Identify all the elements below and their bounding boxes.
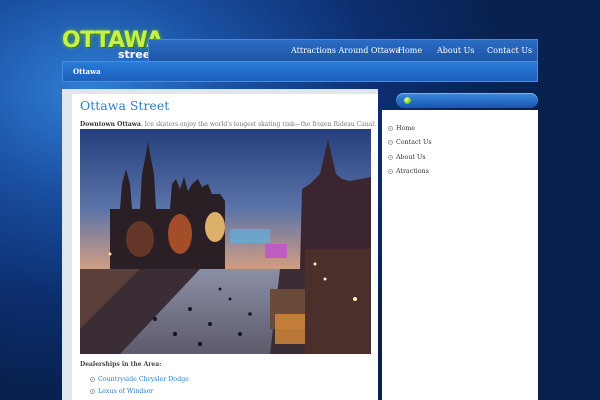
sidebar-item-label: Atractions — [396, 168, 429, 175]
sidebar-item-contact-us[interactable]: Contact Us — [388, 138, 432, 147]
intro-bold: Downtown Ottawa — [80, 121, 141, 128]
bullet-circle-icon — [388, 169, 393, 174]
intro-text: . Ice skaters enjoy the world's longest … — [140, 121, 377, 128]
site-logo[interactable]: OTTAWA street — [62, 28, 163, 62]
nav-attractions[interactable]: Attractions Around Ottawa — [291, 40, 400, 62]
dealer-link[interactable]: Lexus of Windsor — [90, 387, 153, 396]
bullet-circle-icon — [90, 389, 95, 394]
nav-home[interactable]: Home — [398, 40, 422, 62]
sidebar-item-label: About Us — [396, 154, 426, 161]
nav-about-us[interactable]: About Us — [437, 40, 474, 62]
breadcrumb-current[interactable]: Ottawa — [73, 62, 101, 81]
bullet-circle-icon — [388, 140, 393, 145]
dealer-label: Lexus of Windsor — [98, 388, 154, 395]
sidebar-item-label: Contact Us — [396, 139, 432, 146]
sidebar-item-about-us[interactable]: About Us — [388, 153, 426, 162]
ottawa-canal-photo — [80, 129, 371, 354]
sidebar-item-atractions[interactable]: Atractions — [388, 167, 429, 176]
dealers-heading: Dealerships in the Area: — [80, 361, 162, 368]
sidebar-search-bar[interactable] — [396, 93, 538, 108]
green-orb-icon — [404, 97, 411, 104]
dealer-link[interactable]: Countryside Chrysler Dodge — [90, 375, 189, 384]
dealer-label: Countryside Chrysler Dodge — [98, 376, 189, 383]
post-intro: Downtown Ottawa. Ice skaters enjoy the w… — [80, 121, 377, 129]
bullet-circle-icon — [90, 377, 95, 382]
top-navigation: Attractions Around Ottawa Home About Us … — [148, 39, 538, 61]
breadcrumb: Ottawa — [62, 61, 538, 82]
bullet-circle-icon — [388, 126, 393, 131]
sidebar-item-home[interactable]: Home — [388, 124, 415, 133]
post-title[interactable]: Ottawa Street — [80, 98, 169, 114]
bullet-circle-icon — [388, 155, 393, 160]
nav-contact-us[interactable]: Contact Us — [487, 40, 532, 62]
sidebar-item-label: Home — [396, 125, 415, 132]
